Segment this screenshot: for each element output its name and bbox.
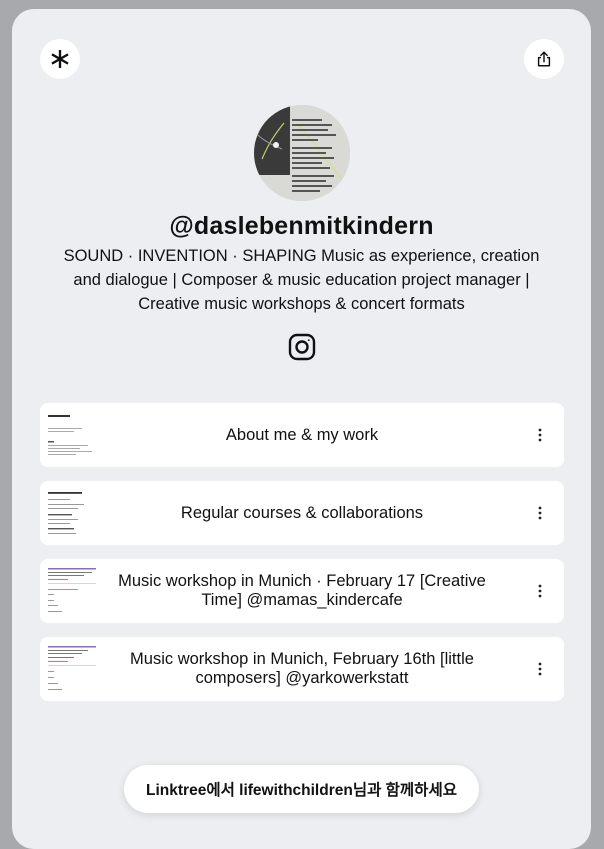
asterisk-logo-icon	[51, 50, 69, 68]
join-linktree-button[interactable]: Linktree에서 lifewithchildren님과 함께하세요	[124, 765, 479, 813]
link-thumbnail	[46, 643, 98, 695]
link-workshop-little-composers[interactable]: Music workshop in Munich, February 16th …	[40, 637, 564, 701]
share-icon	[537, 51, 551, 67]
link-thumbnail	[46, 409, 98, 461]
link-thumbnail	[46, 487, 98, 539]
kebab-menu-icon	[538, 428, 542, 442]
kebab-menu-icon	[538, 584, 542, 598]
instagram-icon	[288, 333, 316, 361]
linktree-logo-button[interactable]	[40, 39, 80, 79]
link-label: Regular courses & collaborations	[180, 503, 424, 522]
kebab-menu-icon	[538, 506, 542, 520]
link-menu-button[interactable]	[530, 423, 550, 447]
instagram-link[interactable]	[286, 331, 318, 363]
link-courses-collaborations[interactable]: Regular courses & collaborations	[40, 481, 564, 545]
share-button[interactable]	[524, 39, 564, 79]
link-about-me[interactable]: About me & my work	[40, 403, 564, 467]
link-label: Music workshop in Munich, February 16th …	[130, 650, 474, 687]
profile-card: @daslebenmitkindern SOUND · INVENTION · …	[12, 9, 591, 849]
link-workshop-creative-time[interactable]: Music workshop in Munich · February 17 […	[40, 559, 564, 623]
link-thumbnail	[46, 565, 98, 617]
link-menu-button[interactable]	[530, 501, 550, 525]
kebab-menu-icon	[538, 662, 542, 676]
link-label: Music workshop in Munich · February 17 […	[118, 572, 486, 609]
avatar	[254, 105, 350, 201]
link-label: About me & my work	[225, 425, 379, 444]
link-menu-button[interactable]	[530, 579, 550, 603]
link-menu-button[interactable]	[530, 657, 550, 681]
profile-bio: SOUND · INVENTION · SHAPING Music as exp…	[63, 247, 540, 313]
profile-handle: @daslebenmitkindern	[169, 212, 434, 240]
